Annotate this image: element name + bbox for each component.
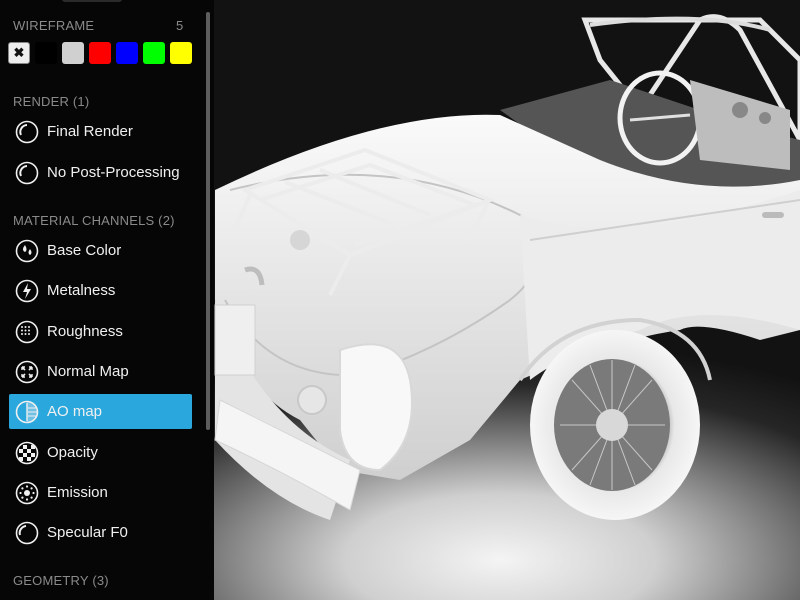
ao-map-icon [15, 400, 39, 424]
channel-item-metalness[interactable]: Metalness [9, 273, 192, 308]
channel-item-label: Specular F0 [47, 524, 128, 542]
close-icon: ✖ [13, 45, 25, 60]
channel-item-label: Base Color [47, 242, 122, 259]
metalness-icon [15, 279, 39, 303]
channels-sidebar: WIREFRAME 5 ✖ RENDER (1) Final Render No … [0, 0, 214, 600]
specular-f0-icon [15, 521, 39, 545]
roughness-icon [15, 320, 39, 344]
channel-item-label: Roughness [47, 322, 123, 340]
channel-item-label: AO map [47, 403, 103, 421]
channel-item-emission[interactable]: Emission [9, 475, 192, 510]
channel-item-specular-f0[interactable]: Specular F0 [9, 515, 192, 550]
material-channels-section-title: MATERIAL CHANNELS (2) [13, 213, 175, 228]
sidebar-top-fragment [62, 0, 122, 2]
normal-map-icon [15, 360, 39, 384]
channel-item-label: Metalness [47, 282, 116, 300]
swatch-none[interactable]: ✖ [8, 42, 30, 64]
render-item-final-render[interactable]: Final Render [9, 114, 192, 149]
wireframe-section-title: WIREFRAME [13, 18, 95, 33]
no-post-processing-icon [15, 161, 39, 185]
emission-icon [15, 481, 39, 505]
swatch-blue[interactable] [116, 42, 138, 64]
render-section-title: RENDER (1) [13, 94, 90, 109]
render-item-label: No Post-Processing [47, 163, 180, 181]
swatch-black[interactable] [35, 42, 57, 64]
channel-item-ao-map[interactable]: AO map [9, 394, 192, 430]
swatch-red[interactable] [89, 42, 111, 64]
render-item-no-post-processing[interactable]: No Post-Processing [9, 155, 192, 190]
channel-item-label: Normal Map [47, 362, 129, 380]
swatch-light-gray[interactable] [62, 42, 84, 64]
render-item-label: Final Render [47, 123, 133, 140]
opacity-icon [15, 441, 39, 465]
final-render-icon [15, 120, 39, 144]
swatch-green[interactable] [143, 42, 165, 64]
geometry-section-title: GEOMETRY (3) [13, 573, 109, 588]
swatch-yellow[interactable] [170, 42, 192, 64]
channel-item-opacity[interactable]: Opacity [9, 435, 192, 470]
channel-item-label: Emission [47, 483, 108, 501]
base-color-icon [15, 239, 39, 263]
channel-item-label: Opacity [47, 443, 98, 461]
channel-item-normal-map[interactable]: Normal Map [9, 354, 192, 389]
channel-item-roughness[interactable]: Roughness [9, 314, 192, 349]
wireframe-count: 5 [176, 18, 184, 33]
channel-item-base-color[interactable]: Base Color [9, 233, 192, 268]
sidebar-scrollbar[interactable] [206, 12, 210, 430]
